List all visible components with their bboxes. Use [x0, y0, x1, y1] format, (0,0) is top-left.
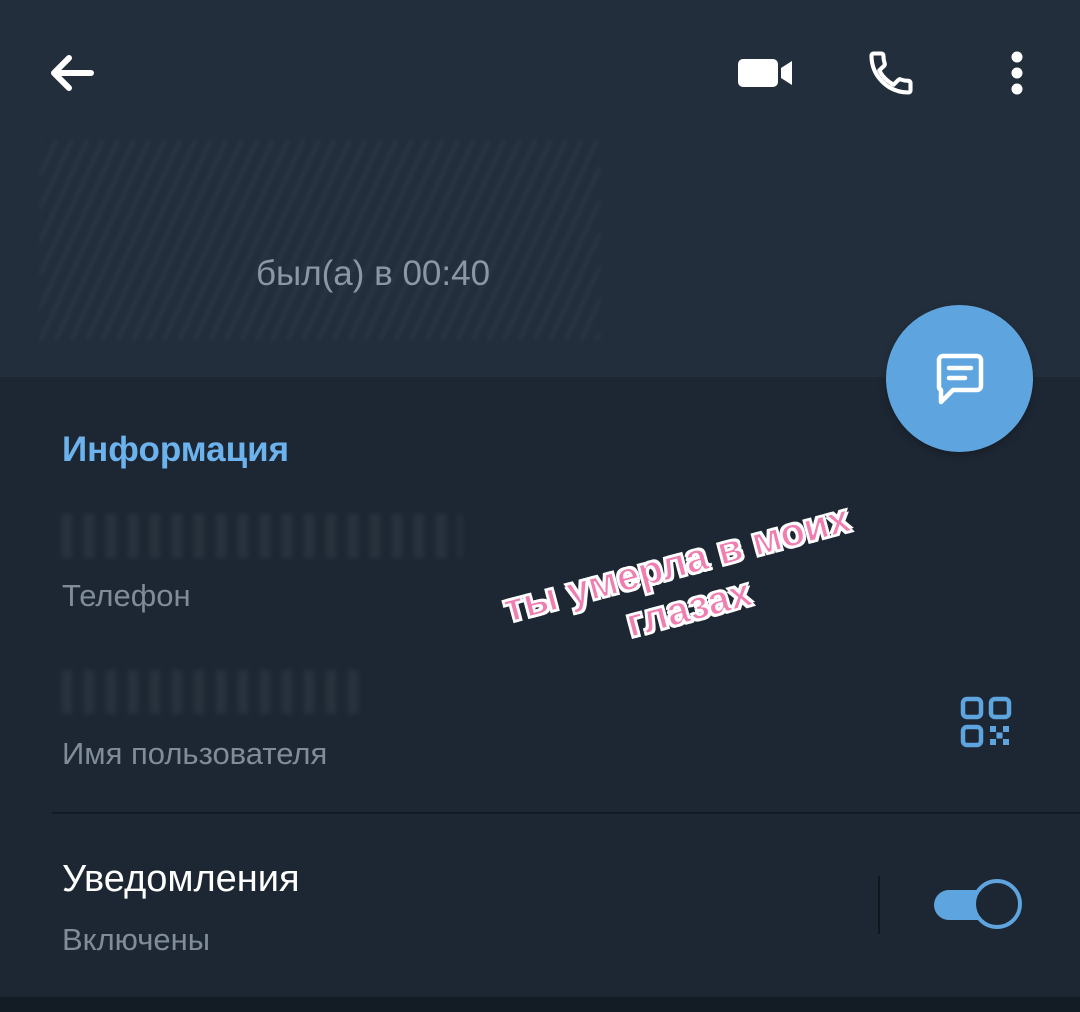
last-seen-status: был(а) в 00:40 — [256, 254, 491, 293]
blurred-username-value — [62, 670, 362, 714]
notifications-title: Уведомления — [62, 858, 300, 900]
notifications-row[interactable]: Уведомления Включены — [0, 814, 1080, 997]
notifications-status: Включены — [62, 922, 211, 957]
video-camera-icon — [738, 59, 792, 87]
blurred-profile-name — [40, 140, 600, 340]
qr-code-icon — [960, 696, 1012, 748]
back-button[interactable] — [34, 35, 110, 111]
send-message-button[interactable] — [886, 305, 1033, 452]
notifications-toggle[interactable] — [934, 878, 1024, 932]
blurred-phone-value — [62, 514, 462, 558]
more-options-button[interactable] — [982, 35, 1052, 111]
voice-call-button[interactable] — [852, 35, 930, 111]
info-section-title: Информация — [62, 430, 290, 469]
username-label: Имя пользователя — [62, 736, 328, 771]
message-icon — [936, 353, 983, 404]
video-call-button[interactable] — [726, 35, 806, 111]
qr-code-button[interactable] — [948, 684, 1024, 760]
phone-label: Телефон — [62, 578, 191, 613]
text-sticker: ты умерла в моих глазах — [483, 491, 884, 681]
arrow-left-icon — [51, 55, 94, 91]
phone-icon — [869, 51, 913, 95]
more-vertical-icon — [1011, 51, 1023, 95]
bottom-edge — [0, 997, 1080, 1012]
toggle-knob — [972, 879, 1022, 929]
vertical-separator — [878, 876, 880, 934]
